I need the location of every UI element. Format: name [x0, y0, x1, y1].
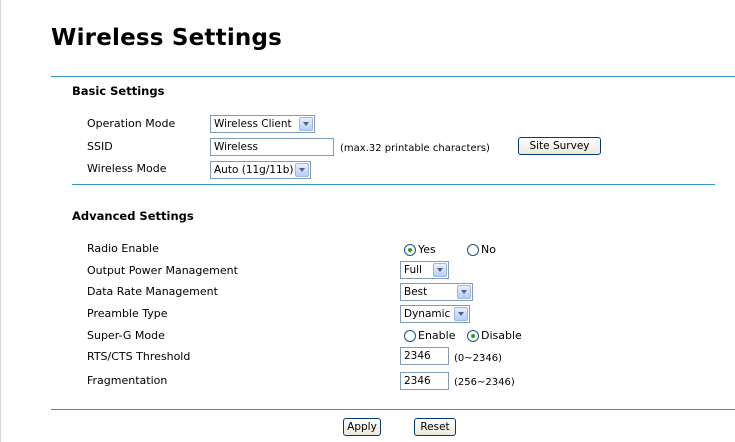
reset-button[interactable]: Reset — [414, 418, 456, 436]
site-survey-button[interactable]: Site Survey — [518, 137, 601, 155]
rts-hint: (0~2346) — [454, 353, 502, 364]
radio-enable-no[interactable] — [467, 244, 479, 256]
fragmentation-input[interactable]: 2346 — [400, 372, 449, 390]
data-rate-label: Data Rate Management — [87, 285, 218, 298]
output-power-select[interactable]: Full — [400, 261, 449, 279]
super-g-disable-label: Disable — [481, 329, 522, 342]
fragmentation-label: Fragmentation — [87, 374, 168, 387]
radio-enable-no-label: No — [481, 243, 496, 256]
wireless-mode-label: Wireless Mode — [87, 162, 167, 175]
rts-input[interactable]: 2346 — [400, 347, 449, 365]
data-rate-select[interactable]: Best — [400, 283, 473, 301]
radio-enable-yes[interactable] — [404, 244, 416, 256]
preamble-select[interactable]: Dynamic — [400, 305, 470, 323]
super-g-label: Super-G Mode — [87, 329, 165, 342]
divider-basic — [72, 184, 715, 185]
chevron-down-icon — [433, 263, 447, 277]
chevron-down-icon — [299, 117, 313, 131]
preamble-value: Dynamic — [404, 308, 451, 320]
output-power-label: Output Power Management — [87, 264, 238, 277]
basic-settings-title: Basic Settings — [72, 84, 165, 98]
super-g-disable-radio[interactable] — [467, 330, 479, 342]
super-g-enable-label: Enable — [418, 329, 456, 342]
wireless-mode-value: Auto (11g/11b) — [214, 164, 294, 176]
radio-enable-yes-label: Yes — [418, 243, 436, 256]
chevron-down-icon — [457, 285, 471, 299]
ssid-input[interactable]: Wireless — [210, 138, 334, 156]
chevron-down-icon — [295, 163, 309, 177]
ssid-label: SSID — [87, 140, 113, 153]
chevron-down-icon — [454, 307, 468, 321]
preamble-label: Preamble Type — [87, 307, 168, 320]
rts-label: RTS/CTS Threshold — [87, 350, 191, 363]
operation-mode-value: Wireless Client — [214, 118, 292, 130]
super-g-enable-radio[interactable] — [404, 330, 416, 342]
divider-bottom — [51, 409, 735, 410]
page-left-border — [0, 0, 1, 442]
operation-mode-label: Operation Mode — [87, 117, 176, 130]
data-rate-value: Best — [404, 286, 428, 298]
wireless-mode-select[interactable]: Auto (11g/11b) — [210, 161, 311, 179]
output-power-value: Full — [404, 264, 422, 276]
ssid-hint: (max.32 printable characters) — [340, 143, 490, 154]
page-title: Wireless Settings — [51, 25, 283, 51]
advanced-settings-title: Advanced Settings — [72, 209, 194, 223]
divider-top — [51, 76, 735, 77]
radio-enable-label: Radio Enable — [87, 242, 159, 255]
apply-button[interactable]: Apply — [343, 418, 381, 436]
fragmentation-hint: (256~2346) — [454, 377, 515, 388]
operation-mode-select[interactable]: Wireless Client — [210, 115, 315, 133]
